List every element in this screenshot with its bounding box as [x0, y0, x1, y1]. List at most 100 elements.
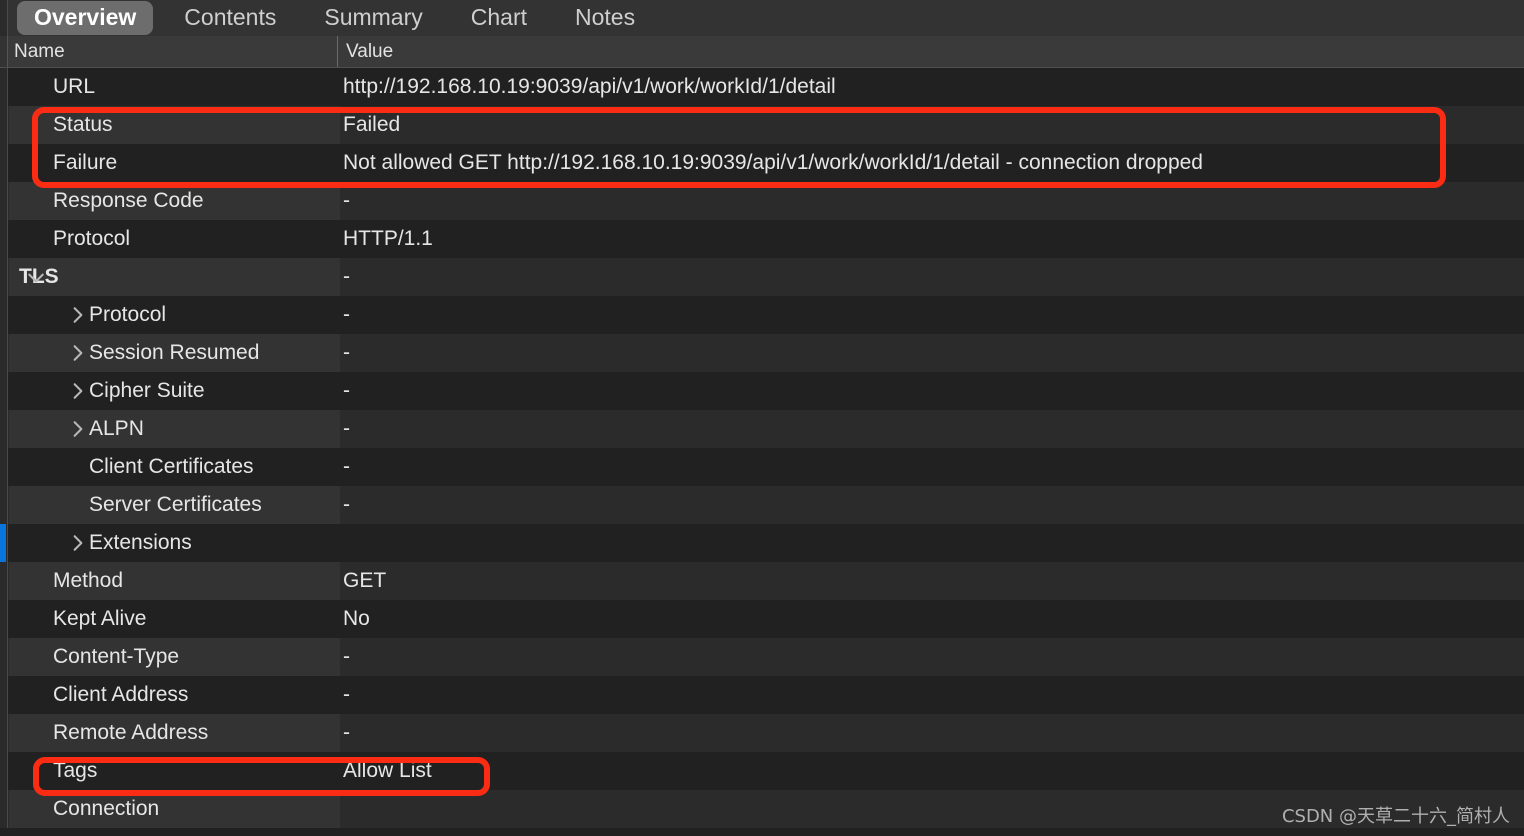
column-header-name[interactable]: Name [9, 36, 338, 67]
overview-property-table[interactable]: URL http://192.168.10.19:9039/api/v1/work… [0, 68, 1524, 836]
row-value-cell[interactable]: No [341, 600, 1524, 638]
row-gutter [0, 790, 8, 828]
row-value-label: - [343, 493, 350, 516]
column-header-gutter [0, 36, 8, 67]
row-name-cell[interactable]: Status [9, 106, 340, 144]
row-value-cell[interactable]: - [341, 410, 1524, 448]
table-row[interactable]: Extensions [0, 524, 1524, 562]
row-name-cell[interactable]: Response Code [9, 182, 340, 220]
table-row[interactable]: Remote Address - [0, 714, 1524, 752]
table-row[interactable]: Client Certificates - [0, 448, 1524, 486]
table-row[interactable]: Content-Type - [0, 638, 1524, 676]
row-name-cell[interactable]: Server Certificates [9, 486, 340, 524]
row-name-cell[interactable]: Content-Type [9, 638, 340, 676]
table-row[interactable]: Session Resumed - [0, 334, 1524, 372]
row-value-cell[interactable]: HTTP/1.1 [341, 220, 1524, 258]
row-name-cell[interactable]: Remote Address [9, 714, 340, 752]
chevron-right-icon[interactable] [69, 344, 87, 362]
row-name-label: Method [53, 569, 124, 592]
tab-summary[interactable]: Summary [307, 1, 439, 35]
tab-overview[interactable]: Overview [17, 1, 154, 35]
row-name-label: URL [53, 75, 96, 98]
row-name-cell[interactable]: TLS [9, 258, 340, 296]
column-header-name-label: Name [14, 40, 65, 62]
chevron-right-icon[interactable] [69, 420, 87, 438]
row-name-cell[interactable]: Kept Alive [9, 600, 340, 638]
row-name-cell[interactable]: Protocol [9, 296, 340, 334]
row-name-label: Tags [53, 759, 98, 782]
tab-list: Overview Contents Summary Chart Notes [8, 0, 666, 36]
row-name-cell[interactable]: ALPN [9, 410, 340, 448]
vertical-scroll-indicator[interactable] [0, 524, 6, 562]
row-name-cell[interactable]: Session Resumed [9, 334, 340, 372]
row-name-cell[interactable]: Tags [9, 752, 340, 790]
row-name-label: Response Code [53, 189, 204, 212]
row-gutter [0, 600, 8, 638]
row-value-cell[interactable] [341, 524, 1524, 562]
row-value-cell[interactable]: - [341, 486, 1524, 524]
row-name-cell[interactable]: Method [9, 562, 340, 600]
row-name-cell[interactable]: Cipher Suite [9, 372, 340, 410]
tab-notes[interactable]: Notes [558, 1, 652, 35]
row-value-cell[interactable]: - [341, 334, 1524, 372]
row-gutter [0, 676, 8, 714]
row-name-cell[interactable]: URL [9, 68, 340, 106]
column-header-value[interactable]: Value [341, 36, 393, 67]
row-value-cell[interactable]: http://192.168.10.19:9039/api/v1/work/wo… [341, 68, 1524, 106]
chevron-right-icon[interactable] [69, 306, 87, 324]
row-value-cell[interactable]: - [341, 258, 1524, 296]
table-row[interactable]: URL http://192.168.10.19:9039/api/v1/work… [0, 68, 1524, 106]
row-name-label: Protocol [53, 227, 131, 250]
table-row[interactable]: Kept Alive No [0, 600, 1524, 638]
chevron-down-icon[interactable] [27, 269, 45, 287]
row-value-cell[interactable]: GET [341, 562, 1524, 600]
charles-session-detail-window: Overview Contents Summary Chart Notes Name V… [0, 0, 1524, 836]
row-name-cell[interactable]: Connection [9, 790, 340, 828]
row-name-label: Kept Alive [53, 607, 147, 630]
row-gutter [0, 638, 8, 676]
table-row[interactable]: Server Certificates - [0, 486, 1524, 524]
row-value-cell[interactable]: - [341, 296, 1524, 334]
column-header-value-label: Value [346, 40, 394, 62]
table-row[interactable]: ALPN - [0, 410, 1524, 448]
row-name-cell[interactable]: Client Address [9, 676, 340, 714]
row-name-cell[interactable]: Failure [9, 144, 340, 182]
row-value-cell[interactable]: - [341, 372, 1524, 410]
chevron-right-icon[interactable] [69, 382, 87, 400]
row-value-cell[interactable]: - [341, 182, 1524, 220]
row-gutter [0, 486, 8, 524]
row-name-cell[interactable]: Protocol [9, 220, 340, 258]
csdn-watermark: CSDN @天草二十六_简村人 [1281, 806, 1510, 827]
table-row[interactable]: Failure Not allowed GET http://192.168.10… [0, 144, 1524, 182]
row-value-cell[interactable]: Failed [341, 106, 1524, 144]
row-value-cell[interactable]: Not allowed GET http://192.168.10.19:903… [341, 144, 1524, 182]
chevron-right-icon[interactable] [69, 534, 87, 552]
tab-contents[interactable]: Contents [167, 1, 293, 35]
row-value-cell[interactable]: - [341, 448, 1524, 486]
row-value-cell[interactable]: - [341, 714, 1524, 752]
row-value-cell[interactable]: - [341, 638, 1524, 676]
table-row[interactable]: Cipher Suite - [0, 372, 1524, 410]
table-row[interactable]: Status Failed [0, 106, 1524, 144]
table-row[interactable]: Client Address - [0, 676, 1524, 714]
table-row[interactable]: Protocol - [0, 296, 1524, 334]
row-gutter [0, 106, 8, 144]
table-row[interactable]: TLS - [0, 258, 1524, 296]
row-name-cell[interactable]: Extensions [9, 524, 340, 562]
row-value-label: - [343, 379, 350, 402]
row-gutter [0, 220, 8, 258]
row-gutter [0, 334, 8, 372]
row-gutter [0, 182, 8, 220]
table-row[interactable]: Tags Allow List [0, 752, 1524, 790]
row-value-label: Failed [343, 113, 401, 136]
table-column-header: Name Value [0, 36, 1524, 68]
row-name-cell[interactable]: Client Certificates [9, 448, 340, 486]
table-row[interactable]: Response Code - [0, 182, 1524, 220]
row-value-cell[interactable]: - [341, 676, 1524, 714]
row-gutter [0, 410, 8, 448]
row-name-label: Server Certificates [89, 493, 262, 516]
table-row[interactable]: Protocol HTTP/1.1 [0, 220, 1524, 258]
table-row[interactable]: Method GET [0, 562, 1524, 600]
row-value-cell[interactable]: Allow List [341, 752, 1524, 790]
tab-chart[interactable]: Chart [454, 1, 544, 35]
